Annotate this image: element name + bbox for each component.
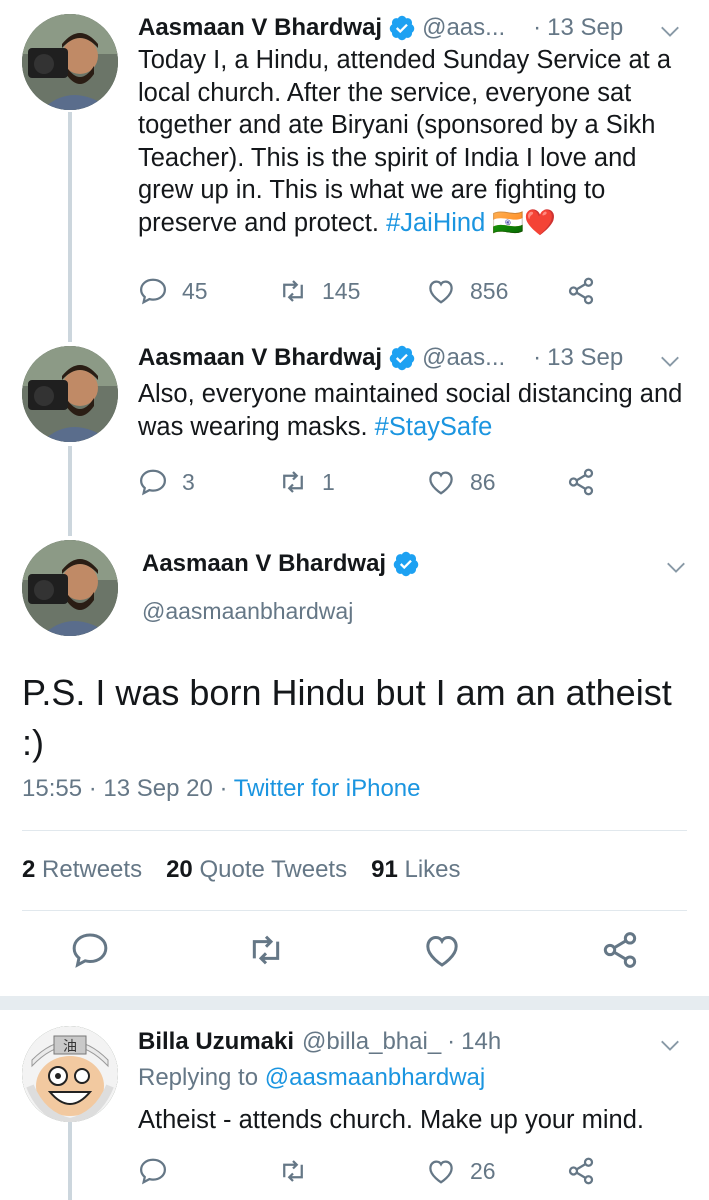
replying-prefix: Replying to: [138, 1064, 259, 1091]
like-button[interactable]: 26: [426, 1156, 496, 1186]
share-button[interactable]: [566, 276, 596, 306]
author-name[interactable]: Aasmaan V Bhardwaj: [138, 342, 382, 374]
retweet-total: 2: [22, 856, 36, 883]
retweet-label: Retweets: [42, 856, 143, 883]
replying-handle-link[interactable]: @aasmaanbhardwaj: [265, 1064, 486, 1091]
retweets-stat[interactable]: 2 Retweets: [22, 856, 142, 884]
share-icon: [568, 468, 594, 496]
separator-dot: ·: [219, 775, 228, 802]
like-total: 91: [371, 856, 398, 883]
chevron-down-icon[interactable]: [659, 1034, 681, 1056]
reply-button[interactable]: 3: [138, 467, 195, 497]
retweet-button[interactable]: 145: [278, 276, 360, 306]
quote-label: Quote Tweets: [199, 856, 348, 883]
divider: [22, 830, 687, 831]
author-handle[interactable]: @aasmaanbhardwaj: [142, 598, 353, 625]
chevron-down-icon[interactable]: [665, 556, 687, 578]
reply-count: 3: [182, 468, 195, 495]
tweet-text: Today I, a Hindu, attended Sunday Servic…: [138, 44, 689, 239]
verified-badge-icon: [389, 345, 415, 371]
tweet-time[interactable]: 14h: [461, 1026, 501, 1058]
chevron-down-icon[interactable]: [659, 350, 681, 372]
main-tweet-actions: [0, 930, 709, 980]
tweet-date: 13 Sep 20: [103, 775, 213, 802]
author-name[interactable]: Aasmaan V Bhardwaj: [142, 550, 386, 578]
separator-dot: ·: [533, 14, 542, 41]
heart-icon: [429, 471, 453, 495]
reply-tweet[interactable]: Billa Uzumaki @billa_bhai_ · 14h Replyin…: [0, 1026, 709, 1200]
author-handle[interactable]: @aas...: [422, 12, 505, 44]
heart-icon: [429, 280, 453, 304]
share-icon: [568, 1157, 594, 1185]
main-tweet-text: P.S. I was born Hindu but I am an atheis…: [22, 672, 672, 763]
retweet-icon[interactable]: [246, 930, 286, 970]
retweet-button[interactable]: 1: [278, 467, 335, 497]
reply-icon: [139, 278, 167, 305]
retweet-icon: [283, 471, 303, 493]
reply-icon[interactable]: [70, 930, 110, 970]
separator-dot: ·: [88, 775, 97, 802]
tweet[interactable]: Aasmaan V Bhardwaj @aas... · 13 Sep Toda…: [0, 12, 709, 312]
tweet-date[interactable]: 13 Sep: [547, 342, 623, 374]
hashtag-link[interactable]: #StaySafe: [375, 413, 493, 441]
like-count: 86: [470, 468, 496, 495]
author-handle[interactable]: @billa_bhai_: [302, 1026, 441, 1058]
reply-icon: [139, 1158, 167, 1185]
avatar[interactable]: [22, 540, 118, 636]
main-author[interactable]: Aasmaan V Bhardwaj: [142, 550, 426, 578]
heart-icon: [429, 1160, 453, 1184]
quote-tweets-stat[interactable]: 20 Quote Tweets: [166, 856, 347, 884]
separator-dot: ·: [533, 344, 542, 371]
reply-icon: [139, 469, 167, 496]
reply-count: 45: [182, 277, 208, 304]
tweet-text: Also, everyone maintained social distanc…: [138, 378, 689, 443]
heart-icon[interactable]: [422, 930, 462, 970]
author-name[interactable]: Aasmaan V Bhardwaj: [138, 12, 382, 44]
share-button[interactable]: [566, 1156, 596, 1186]
divider: [22, 910, 687, 911]
like-count: 26: [470, 1157, 496, 1184]
retweet-count: 145: [322, 277, 361, 304]
tweet-stats: 2 Retweets 20 Quote Tweets 91 Likes: [22, 856, 485, 884]
source-link[interactable]: Twitter for iPhone: [234, 775, 421, 802]
reply-button[interactable]: 45: [138, 276, 208, 306]
reply-button[interactable]: [138, 1156, 182, 1186]
quote-total: 20: [166, 856, 193, 883]
author-handle[interactable]: @aas...: [422, 342, 505, 374]
retweet-count: 1: [322, 468, 335, 495]
tweet-date[interactable]: 13 Sep: [547, 12, 623, 44]
verified-badge-icon: [389, 15, 415, 41]
separator-dot: ·: [447, 1028, 456, 1055]
hashtag-link[interactable]: #JaiHind: [386, 209, 485, 237]
likes-stat[interactable]: 91 Likes: [371, 856, 460, 884]
tweet-text: Atheist - attends church. Make up your m…: [138, 1106, 644, 1134]
like-label: Likes: [404, 856, 461, 883]
section-separator: [0, 996, 709, 1010]
tweet[interactable]: Aasmaan V Bhardwaj @aas... · 13 Sep Also…: [0, 342, 709, 462]
emoji: 🇮🇳❤️: [492, 208, 556, 237]
replying-to: Replying to @aasmaanbhardwaj: [138, 1062, 689, 1095]
tweet-meta: 15:55 · 13 Sep 20 · Twitter for iPhone: [22, 775, 421, 803]
tweet-time: 15:55: [22, 775, 83, 802]
author-name[interactable]: Billa Uzumaki: [138, 1026, 294, 1058]
verified-badge-icon: [393, 551, 419, 577]
share-icon: [568, 277, 594, 305]
retweet-icon: [283, 280, 303, 302]
like-button[interactable]: 86: [426, 467, 496, 497]
share-button[interactable]: [566, 467, 596, 497]
like-button[interactable]: 856: [426, 276, 508, 306]
retweet-icon: [283, 1160, 303, 1182]
share-icon[interactable]: [600, 930, 640, 970]
chevron-down-icon[interactable]: [659, 20, 681, 42]
like-count: 856: [470, 277, 509, 304]
retweet-button[interactable]: [278, 1156, 322, 1186]
